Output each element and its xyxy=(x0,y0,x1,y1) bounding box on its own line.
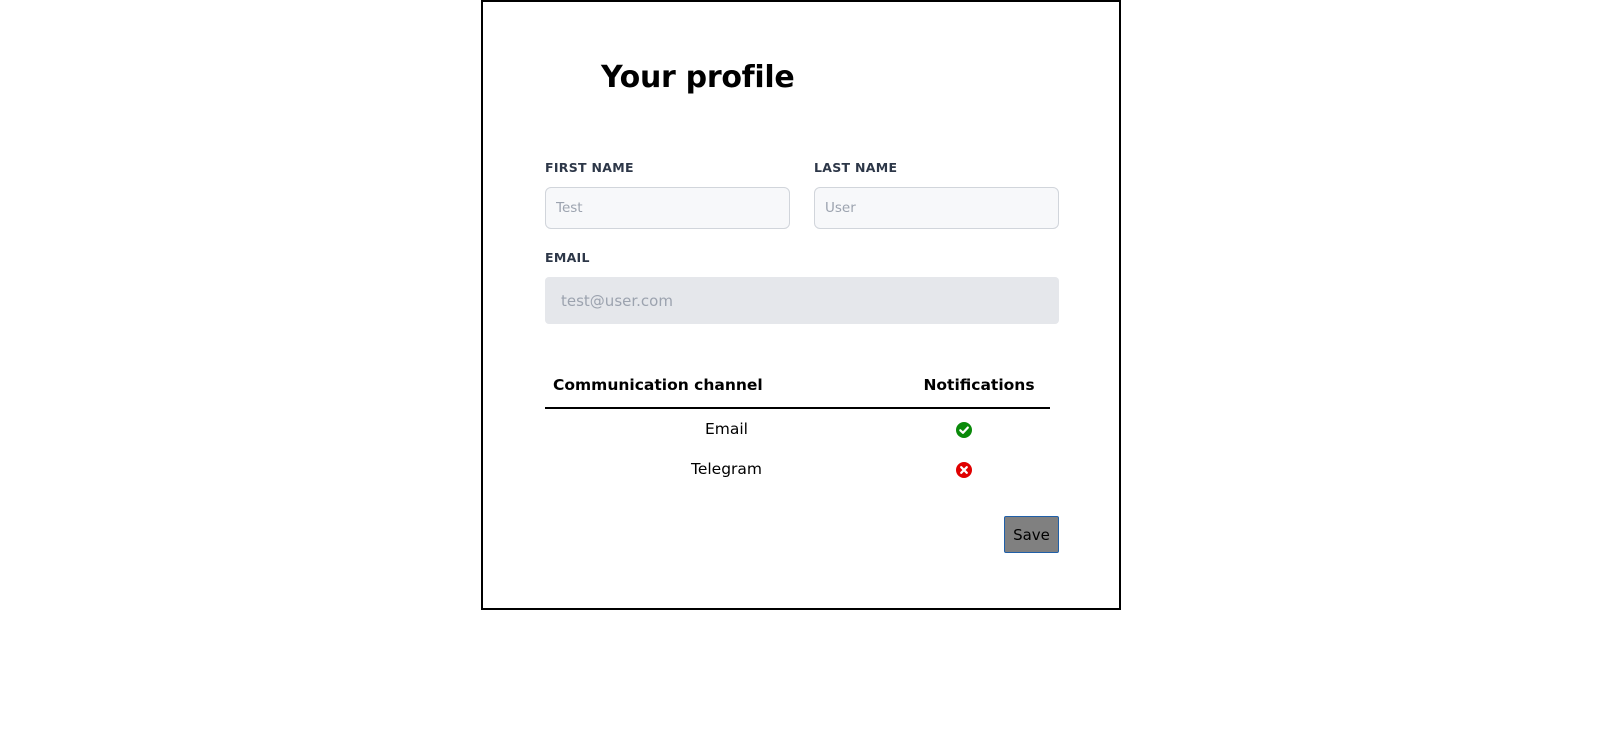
table-row: Telegram xyxy=(545,449,1050,489)
notifications-table: Communication channel Notifications Emai… xyxy=(545,363,1050,489)
table-row: Email xyxy=(545,408,1050,449)
channel-name: Email xyxy=(704,420,748,438)
notification-status xyxy=(908,449,1050,489)
email-label: EMAIL xyxy=(545,250,590,265)
check-circle-icon[interactable] xyxy=(956,421,972,438)
page-title: Your profile xyxy=(601,60,795,95)
channel-name: Telegram xyxy=(690,460,763,478)
email-field xyxy=(545,277,1059,324)
notifications-column-header: Notifications xyxy=(908,363,1050,409)
first-name-label: FIRST NAME xyxy=(545,160,634,175)
profile-card: Your profile FIRST NAME LAST NAME EMAIL … xyxy=(481,0,1121,610)
table-header-row: Communication channel Notifications xyxy=(545,363,1050,409)
x-circle-icon[interactable] xyxy=(956,461,972,478)
last-name-field[interactable] xyxy=(814,187,1059,229)
notification-status xyxy=(908,408,1050,449)
first-name-field[interactable] xyxy=(545,187,790,229)
save-button[interactable]: Save xyxy=(1004,516,1059,553)
channel-column-header: Communication channel xyxy=(545,363,908,409)
last-name-label: LAST NAME xyxy=(814,160,898,175)
